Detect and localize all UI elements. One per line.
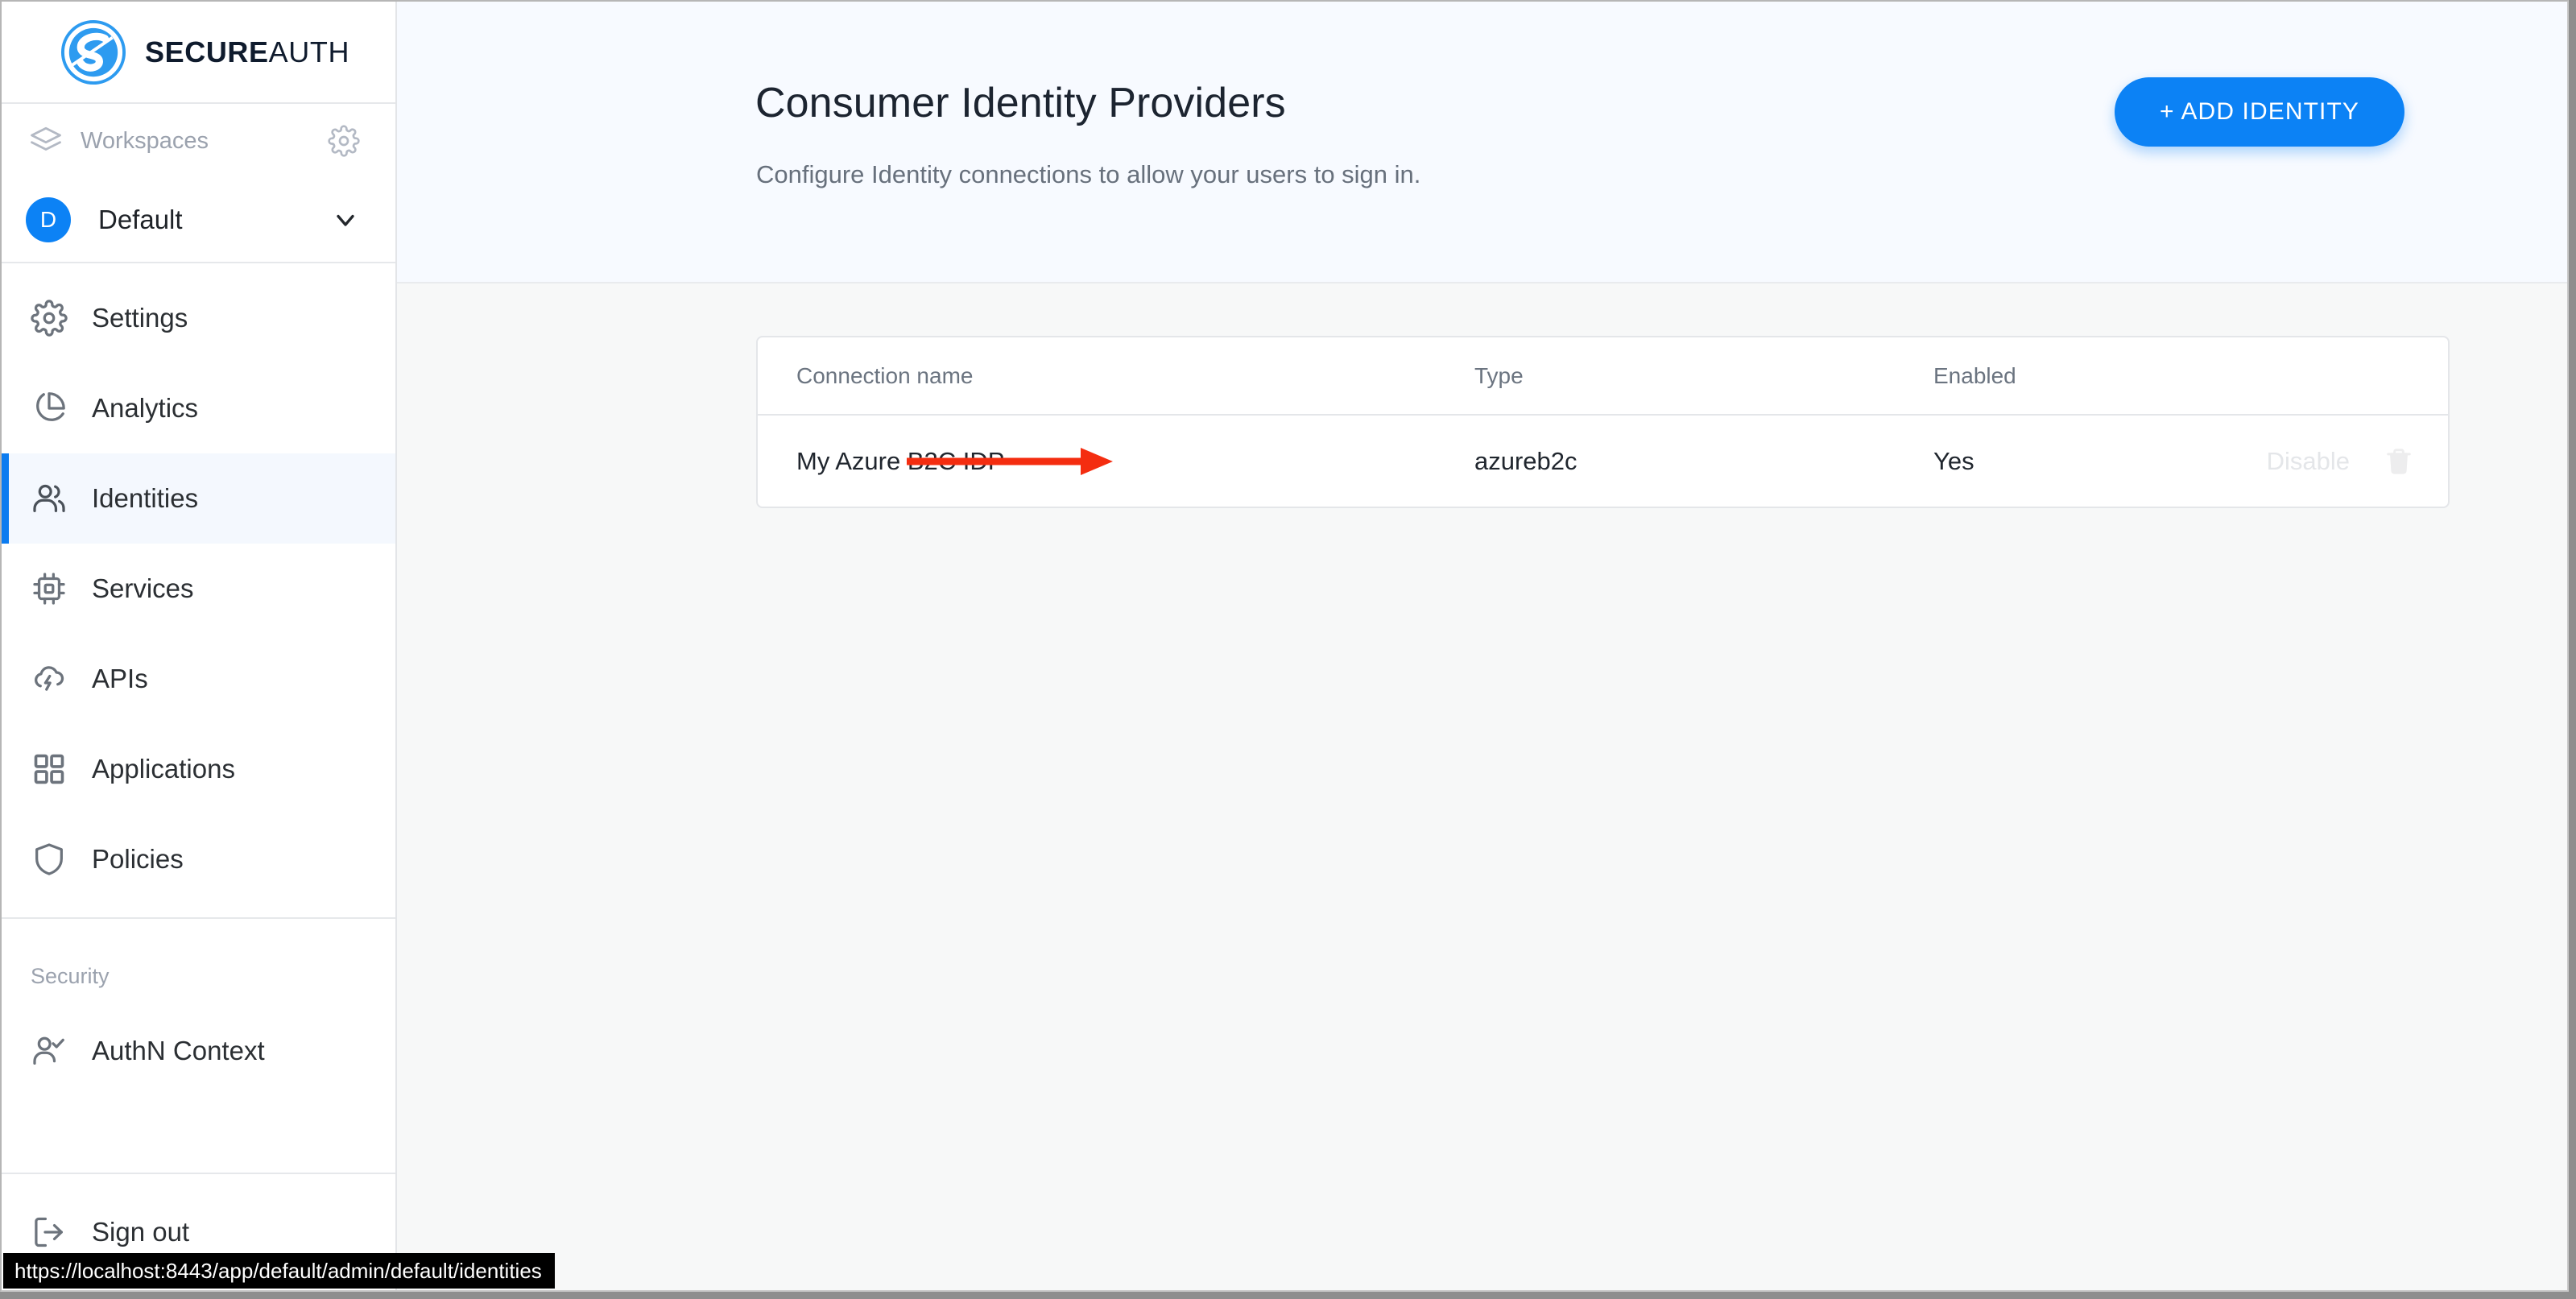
cell-type: azureb2c bbox=[1474, 446, 1577, 475]
sidebar-item-authn-context[interactable]: AuthN Context bbox=[2, 1006, 395, 1096]
sidebar-item-label: Services bbox=[92, 573, 194, 603]
sidebar-item-label: APIs bbox=[92, 664, 148, 693]
sign-out-label: Sign out bbox=[92, 1217, 190, 1247]
cell-connection-name: My Azure B2C IDP bbox=[796, 446, 1005, 475]
shield-icon bbox=[31, 841, 68, 878]
sidebar-item-identities[interactable]: Identities bbox=[2, 453, 395, 544]
cloud-bolt-icon bbox=[31, 660, 68, 697]
users-icon bbox=[31, 480, 68, 517]
column-header-type: Type bbox=[1474, 362, 1524, 388]
column-header-connection-name: Connection name bbox=[796, 362, 974, 388]
grid-icon bbox=[31, 751, 68, 788]
workspace-selector[interactable]: D Default bbox=[2, 178, 395, 263]
security-section: Security AuthN Context bbox=[2, 919, 395, 1096]
brand-wordmark: SECUREAUTH bbox=[145, 35, 349, 69]
trash-icon[interactable] bbox=[2384, 446, 2414, 477]
logout-icon bbox=[31, 1214, 68, 1251]
page-title: Consumer Identity Providers bbox=[755, 80, 1286, 126]
browser-window: SECUREAUTH Workspaces D Default Settings… bbox=[0, 0, 2569, 1292]
sidebar-item-label: AuthN Context bbox=[92, 1036, 265, 1065]
sidebar: SECUREAUTH Workspaces D Default Settings… bbox=[2, 2, 397, 1290]
gear-icon[interactable] bbox=[328, 125, 360, 157]
security-section-title: Security bbox=[31, 964, 110, 988]
sidebar-item-label: Identities bbox=[92, 483, 199, 513]
table-header-row: Connection name Type Enabled bbox=[758, 337, 2448, 416]
sidebar-item-label: Policies bbox=[92, 844, 184, 874]
page-subtitle: Configure Identity connections to allow … bbox=[756, 160, 1421, 188]
sidebar-item-services[interactable]: Services bbox=[2, 544, 395, 634]
workspaces-label: Workspaces bbox=[81, 127, 209, 154]
brand-name-bold: SECURE bbox=[145, 35, 269, 68]
workspaces-row: Workspaces bbox=[2, 104, 395, 178]
chevron-down-icon[interactable] bbox=[331, 205, 360, 234]
layers-icon bbox=[29, 124, 63, 158]
sidebar-item-analytics[interactable]: Analytics bbox=[2, 363, 395, 453]
sidebar-item-label: Settings bbox=[92, 303, 188, 333]
sidebar-item-settings[interactable]: Settings bbox=[2, 273, 395, 363]
status-bar-url: https://localhost:8443/app/default/admin… bbox=[3, 1253, 555, 1289]
brand-name-light: AUTH bbox=[268, 35, 350, 68]
row-actions: Disable bbox=[2239, 446, 2448, 477]
sidebar-item-applications[interactable]: Applications bbox=[2, 724, 395, 814]
cell-enabled: Yes bbox=[1933, 446, 1974, 475]
disable-button[interactable]: Disable bbox=[2267, 447, 2350, 476]
sidebar-item-policies[interactable]: Policies bbox=[2, 814, 395, 904]
column-header-enabled: Enabled bbox=[1933, 362, 2016, 388]
add-identity-button[interactable]: + ADD IDENTITY bbox=[2115, 77, 2404, 147]
table-row[interactable]: My Azure B2C IDP azureb2c Yes Disable bbox=[758, 416, 2448, 507]
page-header: Consumer Identity Providers Configure Id… bbox=[397, 2, 2567, 283]
gear-icon bbox=[31, 300, 68, 337]
sidebar-item-label: Analytics bbox=[92, 393, 199, 423]
sidebar-item-apis[interactable]: APIs bbox=[2, 634, 395, 724]
secureauth-logo-icon bbox=[60, 19, 127, 86]
chip-icon bbox=[31, 570, 68, 607]
identity-providers-table: Connection name Type Enabled My Azure B2… bbox=[756, 336, 2450, 508]
user-check-icon bbox=[31, 1032, 68, 1069]
sidebar-item-label: Applications bbox=[92, 754, 235, 784]
main-content: Consumer Identity Providers Configure Id… bbox=[397, 2, 2567, 1290]
pie-chart-icon bbox=[31, 390, 68, 427]
brand-logo[interactable]: SECUREAUTH bbox=[2, 2, 395, 104]
workspace-name: Default bbox=[98, 205, 183, 234]
primary-nav: Settings Analytics Identities Services A… bbox=[2, 263, 395, 919]
avatar: D bbox=[26, 197, 71, 242]
